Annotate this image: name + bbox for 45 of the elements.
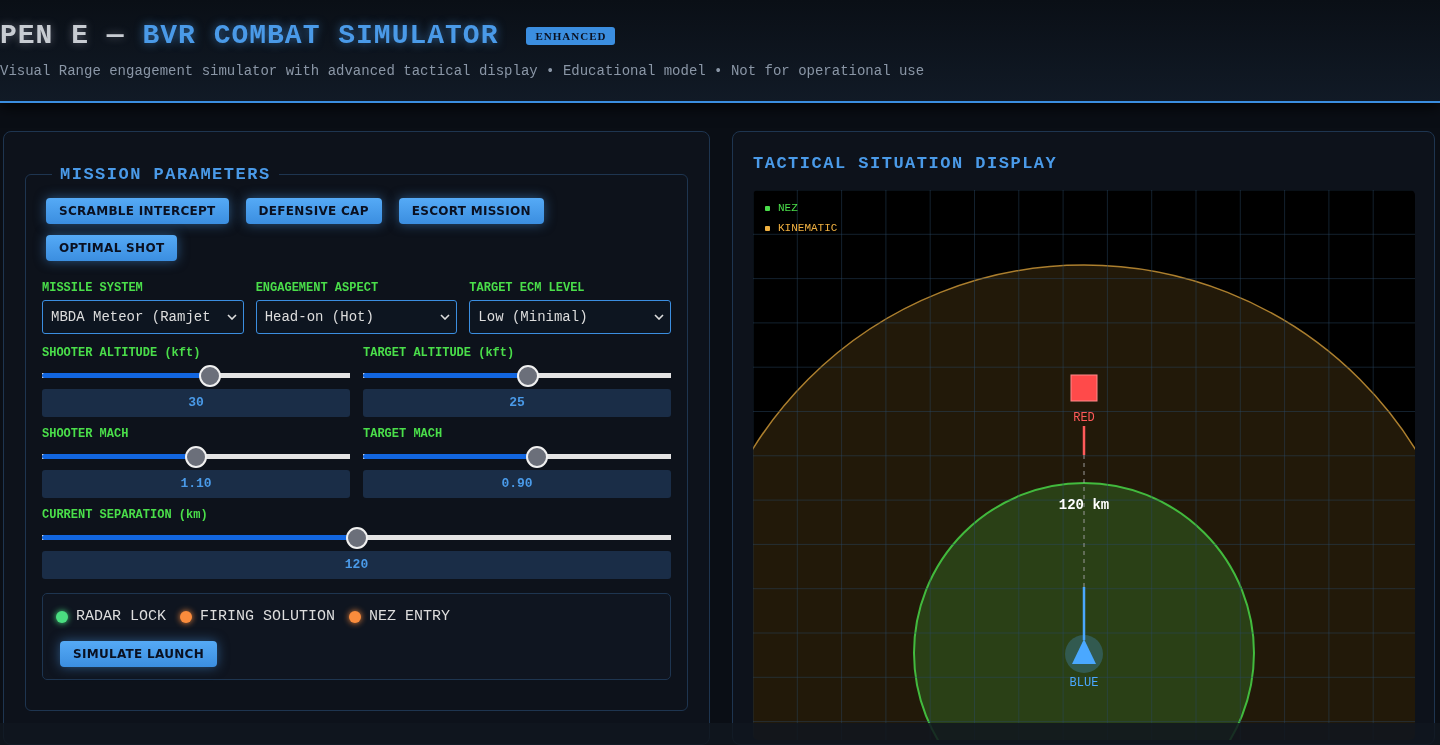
target-heading-line [1082, 426, 1086, 455]
value-display: 120 [42, 551, 671, 579]
enhanced-badge: ENHANCED [526, 26, 616, 45]
value-display: 1.10 [42, 470, 350, 498]
preset-button[interactable]: ESCORT MISSION [398, 198, 544, 224]
chevron-down-icon [654, 314, 664, 320]
value-display: 30 [42, 389, 350, 417]
preset-button[interactable]: DEFENSIVE CAP [245, 198, 382, 224]
status-label: NEZ ENTRY [369, 608, 451, 625]
field-label: TARGET ALTITUDE (kft) [363, 346, 516, 360]
page-subtitle: Visual Range engagement simulator with advanced tactical display • Educational model • Not for operational use [0, 63, 926, 79]
slider-thumb[interactable] [185, 446, 207, 468]
chevron-down-icon [226, 314, 237, 320]
value-display: 0.90 [363, 470, 671, 498]
slider-thumb[interactable] [517, 365, 540, 387]
dropdown[interactable]: Head-on (Hot) [255, 300, 458, 334]
field-label: SHOOTER ALTITUDE (kft) [42, 346, 202, 360]
slider-thumb[interactable] [345, 527, 368, 549]
field-label: CURRENT SEPARATION (km) [42, 508, 209, 522]
field-label: TARGET MACH [363, 427, 444, 441]
group-legend: MISSION PARAMETERS [52, 165, 279, 184]
legend-label: KINEMATIC [778, 222, 838, 234]
status-label: FIRING SOLUTION [200, 608, 336, 625]
slider-thumb[interactable] [199, 365, 222, 387]
field-label: MISSILE SYSTEM [42, 281, 144, 295]
chevron-down-icon [440, 314, 451, 320]
value-display: 25 [363, 389, 671, 417]
status-label: RADAR LOCK [76, 608, 166, 625]
target-aircraft-icon [1070, 374, 1098, 402]
simulate-launch-button[interactable]: SIMULATE LAUNCH [60, 641, 218, 667]
range-label: 120 km [1058, 497, 1110, 513]
panel-title: TACTICAL SITUATION DISPLAY [753, 154, 1059, 173]
dropdown[interactable]: Low (Minimal) [469, 300, 671, 334]
preset-button[interactable]: SCRAMBLE INTERCEPT [46, 198, 229, 224]
field-label: ENGAGEMENT ASPECT [255, 281, 380, 295]
preset-button[interactable]: OPTIMAL SHOT [46, 235, 178, 261]
target-label: RED [1073, 411, 1095, 425]
page-title: PEN E — BVR COMBAT SIMULATOR [0, 20, 499, 51]
field-label: TARGET ECM LEVEL [469, 281, 586, 295]
dropdown[interactable]: MBDA Meteor (Ramjet [42, 300, 244, 334]
slider-thumb[interactable] [526, 446, 548, 468]
field-label: SHOOTER MACH [42, 427, 130, 441]
shooter-label: BLUE [1069, 676, 1099, 690]
shooter-heading-line [1082, 587, 1086, 640]
legend-label: NEZ [778, 202, 798, 214]
